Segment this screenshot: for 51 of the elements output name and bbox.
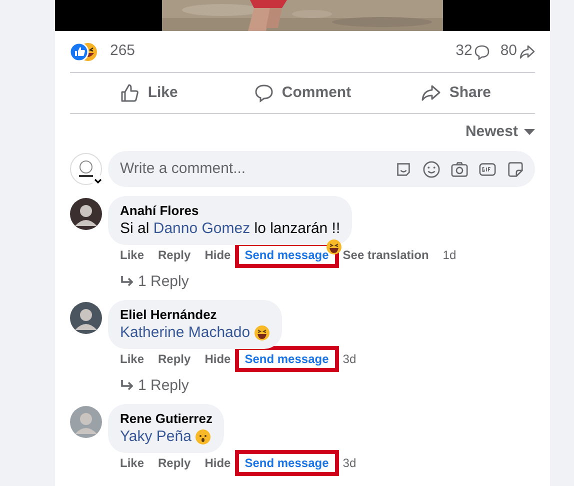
comment-action-link[interactable]: Reply bbox=[158, 350, 191, 368]
send-message-link[interactable]: Send message bbox=[244, 352, 329, 366]
sticker-icon[interactable] bbox=[506, 160, 525, 178]
sort-button[interactable]: Newest bbox=[465, 120, 535, 144]
share-icon bbox=[519, 44, 535, 60]
share-button[interactable]: Share bbox=[379, 75, 534, 111]
reply-arrow-icon bbox=[120, 380, 134, 392]
comment-input[interactable]: Write a comment... bbox=[120, 158, 394, 180]
timestamp[interactable]: 1d bbox=[442, 246, 456, 264]
avatar[interactable] bbox=[70, 302, 102, 334]
caret-icon bbox=[524, 128, 535, 136]
comment-action-link[interactable]: Like bbox=[120, 246, 144, 264]
send-message-link[interactable]: Send message bbox=[244, 456, 329, 470]
comment-composer[interactable]: Write a comment... bbox=[108, 151, 535, 187]
replies-link[interactable]: 1 Reply bbox=[138, 270, 189, 294]
comment-count[interactable]: 32 bbox=[456, 40, 472, 63]
comment-action-link[interactable]: Like bbox=[120, 350, 144, 368]
comment-text: Si al bbox=[120, 219, 150, 239]
comment-action-link[interactable]: Reply bbox=[158, 454, 191, 472]
comment-author[interactable]: Eliel Hernández bbox=[120, 307, 217, 323]
reply-arrow-icon bbox=[120, 276, 134, 288]
mention-link[interactable]: Katherine Machado bbox=[120, 323, 250, 343]
comment-icon bbox=[474, 44, 490, 60]
send-message-link[interactable]: Send message bbox=[244, 248, 329, 262]
replies-link[interactable]: 1 Reply bbox=[138, 374, 189, 398]
comment-action-link[interactable]: Hide bbox=[204, 454, 231, 472]
like-button[interactable]: Like bbox=[72, 75, 226, 111]
comment-author[interactable]: Anahí Flores bbox=[120, 203, 199, 219]
emoji-icon[interactable] bbox=[422, 160, 441, 178]
comment-button[interactable]: Comment bbox=[226, 75, 380, 111]
comment-icon bbox=[254, 83, 274, 103]
comment-text: lo lanzarán !! bbox=[253, 219, 340, 239]
like-icon bbox=[120, 83, 140, 103]
comment-action-link[interactable]: Hide bbox=[204, 246, 231, 264]
profile-avatar[interactable] bbox=[70, 153, 102, 185]
share-count[interactable]: 80 bbox=[500, 40, 517, 63]
share-icon bbox=[421, 83, 442, 103]
comment-action-link[interactable]: See translation bbox=[342, 246, 429, 264]
surprised-emoji-icon bbox=[195, 429, 212, 445]
comment-action-link[interactable]: Like bbox=[120, 454, 144, 472]
mention-link[interactable]: Danno Gomez bbox=[153, 219, 250, 239]
reaction-count[interactable]: 265 bbox=[110, 40, 136, 63]
mention-link[interactable]: Yaky Peña bbox=[120, 427, 192, 447]
avatar[interactable] bbox=[70, 198, 102, 230]
camera-icon[interactable] bbox=[450, 160, 469, 178]
comment-action-link[interactable]: Hide bbox=[204, 350, 231, 368]
laughing-emoji-icon bbox=[254, 325, 270, 341]
comment-action-link[interactable]: Reply bbox=[158, 246, 191, 264]
comment-author[interactable]: Rene Gutierrez bbox=[120, 411, 212, 427]
timestamp[interactable]: 3d bbox=[342, 350, 356, 368]
timestamp[interactable]: 3d bbox=[342, 454, 356, 472]
